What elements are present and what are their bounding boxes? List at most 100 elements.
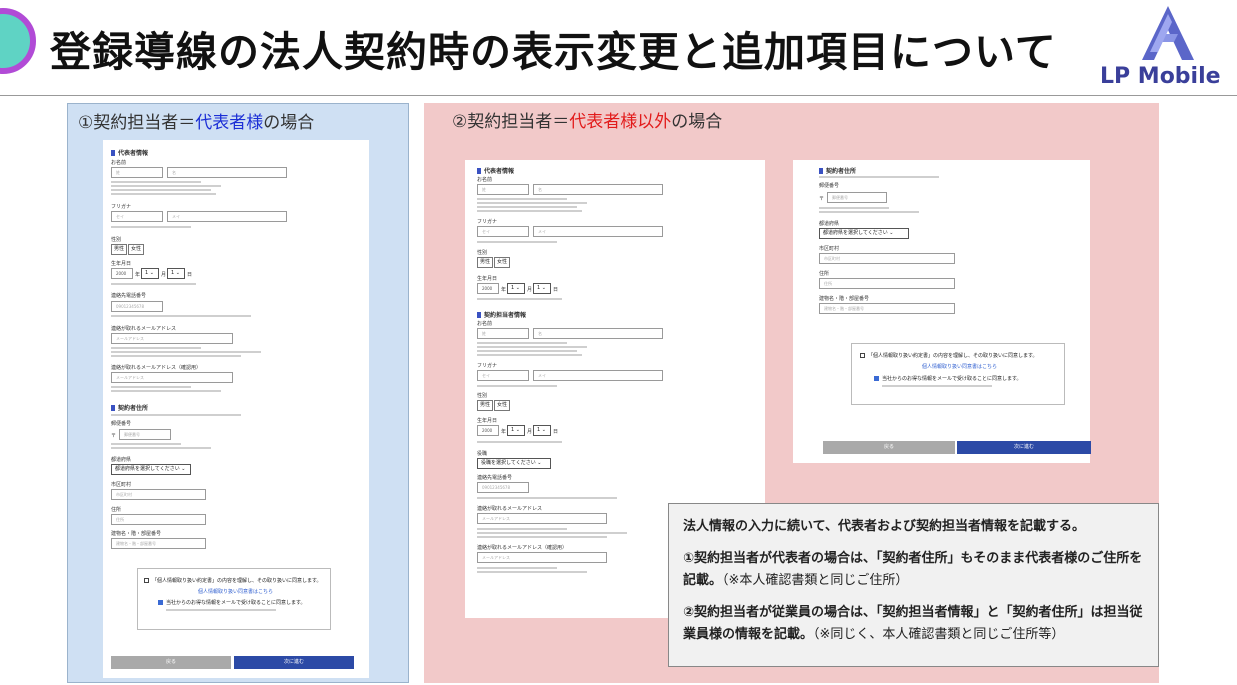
hint-line xyxy=(477,354,582,356)
staff-kana-last-input[interactable]: セイ xyxy=(477,370,529,381)
staff-gender-male-button[interactable]: 男性 xyxy=(477,400,493,411)
consent-row[interactable]: 「個人情報取り扱い約定書」の内容を理解し、その取り扱いに同意します。 xyxy=(144,577,322,584)
hint-line xyxy=(111,386,191,388)
explanation-box: 法人情報の入力に続いて、代表者および契約担当者情報を記載する。 ①契約担当者が代… xyxy=(668,503,1159,667)
newsletter-checkbox[interactable] xyxy=(874,376,879,381)
newsletter-text: 当社からのお得な情報をメールで受け取ることに同意します。 xyxy=(166,600,306,606)
hint-line xyxy=(477,385,557,387)
hint-line xyxy=(111,443,181,445)
staff-first-name-input[interactable]: 名 xyxy=(533,328,663,339)
consent-link[interactable]: 個人情報取り扱い同意書はこちら xyxy=(922,363,997,370)
street-input[interactable]: 住所 xyxy=(819,278,955,289)
birth-day-value: 1 xyxy=(537,285,541,291)
phone-label: 連絡先電話番号 xyxy=(477,475,513,481)
hint-line xyxy=(477,567,557,569)
pref-label: 都道府県 xyxy=(111,457,132,463)
phone-input[interactable]: 09012345678 xyxy=(111,301,163,312)
bldg-input[interactable]: 建物名・階・部屋番号 xyxy=(819,303,955,314)
gender-label: 性別 xyxy=(111,237,122,243)
hint-line xyxy=(477,342,567,344)
kana-label: フリガナ xyxy=(111,204,132,210)
staff-birth-year-input[interactable]: 2000 xyxy=(477,425,499,436)
next-button[interactable]: 次に進む xyxy=(957,441,1091,454)
hint-line xyxy=(477,528,567,530)
hint-line xyxy=(819,207,889,209)
hint-line xyxy=(111,226,191,228)
consent-link[interactable]: 個人情報取り扱い同意書はこちら xyxy=(198,588,273,595)
logo-text: LP Mobile xyxy=(1100,64,1221,89)
email-confirm-input[interactable]: メールアドレス xyxy=(111,372,233,383)
hint-line xyxy=(111,347,201,349)
section-rep: 代表者情報 xyxy=(477,166,514,175)
kana-first-input[interactable]: メイ xyxy=(167,211,287,222)
case1-form: 代表者情報 お名前 姓 名 フリガナ セイ メイ 性別 男性 女性 生年月日 2… xyxy=(103,140,369,678)
last-name-input[interactable]: 姓 xyxy=(477,184,529,195)
section-staff: 契約担当者情報 xyxy=(477,310,526,319)
logo-icon xyxy=(1142,6,1194,60)
consent-checkbox[interactable] xyxy=(860,353,865,358)
nen-label: 年 xyxy=(501,429,507,435)
gender-male-button[interactable]: 男性 xyxy=(111,244,127,255)
last-name-input[interactable]: 姓 xyxy=(111,167,163,178)
hint-line xyxy=(111,355,241,357)
case2-heading-prefix: ②契約担当者＝ xyxy=(452,112,570,132)
city-input[interactable]: 市区町村 xyxy=(819,253,955,264)
case1-heading-emphasis: 代表者様 xyxy=(195,113,264,133)
bldg-input[interactable]: 建物名・階・部屋番号 xyxy=(111,538,206,549)
gatsu-label: 月 xyxy=(527,429,533,435)
staff-last-name-input[interactable]: 姓 xyxy=(477,328,529,339)
birth-month-select[interactable]: 1 ⌄ xyxy=(507,283,525,294)
gender-male-button[interactable]: 男性 xyxy=(477,257,493,268)
first-name-input[interactable]: 名 xyxy=(533,184,663,195)
pref-select[interactable]: 都道府県を選択してください ⌄ xyxy=(819,228,909,239)
pref-select[interactable]: 都道府県を選択してください ⌄ xyxy=(111,464,191,475)
role-select[interactable]: 役職を選択してください ⌄ xyxy=(477,458,551,469)
kana-last-input[interactable]: セイ xyxy=(477,226,529,237)
consent-row[interactable]: 「個人情報取り扱い約定書」の内容を理解し、その取り扱いに同意します。 xyxy=(860,352,1038,359)
bldg-label: 建物名・階・部屋番号 xyxy=(111,531,162,537)
birth-year-input[interactable]: 2000 xyxy=(111,268,133,279)
newsletter-row[interactable]: 当社からのお得な情報をメールで受け取ることに同意します。 xyxy=(874,375,1022,382)
birth-day-select[interactable]: 1 ⌄ xyxy=(533,283,551,294)
bldg-label: 建物名・階・部屋番号 xyxy=(819,296,870,302)
case2-heading-emphasis: 代表者様以外 xyxy=(569,112,672,132)
hint-line xyxy=(882,385,992,387)
staff-email-confirm-input[interactable]: メールアドレス xyxy=(477,552,607,563)
staff-phone-input[interactable]: 09012345678 xyxy=(477,482,529,493)
newsletter-checkbox[interactable] xyxy=(158,600,163,605)
postal-input[interactable]: 郵便番号 xyxy=(827,192,887,203)
birth-year-input[interactable]: 2000 xyxy=(477,283,499,294)
back-button[interactable]: 戻る xyxy=(823,441,955,454)
staff-birth-month-select[interactable]: 1 ⌄ xyxy=(507,425,525,436)
city-input[interactable]: 市区町村 xyxy=(111,489,206,500)
gatsu-label: 月 xyxy=(161,272,167,278)
hint-line xyxy=(819,176,939,178)
birth-day-select[interactable]: 1 ⌄ xyxy=(167,268,185,279)
email-label: 連絡が取れるメールアドレス xyxy=(477,506,543,512)
hint-line xyxy=(819,211,919,213)
hint-line xyxy=(477,202,587,204)
consent-checkbox[interactable] xyxy=(144,578,149,583)
case1-heading-prefix: ①契約担当者＝ xyxy=(78,113,196,133)
staff-email-input[interactable]: メールアドレス xyxy=(477,513,607,524)
street-input[interactable]: 住所 xyxy=(111,514,206,525)
staff-birth-day-select[interactable]: 1 ⌄ xyxy=(533,425,551,436)
section-rep: 代表者情報 xyxy=(111,148,148,157)
kana-last-input[interactable]: セイ xyxy=(111,211,163,222)
nichi-label: 日 xyxy=(553,429,559,435)
name-label: お名前 xyxy=(477,321,493,327)
first-name-input[interactable]: 名 xyxy=(167,167,287,178)
kana-first-input[interactable]: メイ xyxy=(533,226,663,237)
gender-female-button[interactable]: 女性 xyxy=(128,244,144,255)
birth-month-select[interactable]: 1 ⌄ xyxy=(141,268,159,279)
staff-kana-first-input[interactable]: メイ xyxy=(533,370,663,381)
postal-input[interactable]: 郵便番号 xyxy=(119,429,171,440)
newsletter-row[interactable]: 当社からのお得な情報をメールで受け取ることに同意します。 xyxy=(158,599,306,606)
gender-female-button[interactable]: 女性 xyxy=(494,257,510,268)
next-button[interactable]: 次に進む xyxy=(234,656,354,669)
back-button[interactable]: 戻る xyxy=(111,656,231,669)
birth-month-value: 1 xyxy=(511,427,515,433)
staff-gender-female-button[interactable]: 女性 xyxy=(494,400,510,411)
email-input[interactable]: メールアドレス xyxy=(111,333,233,344)
birth-day-value: 1 xyxy=(537,427,541,433)
